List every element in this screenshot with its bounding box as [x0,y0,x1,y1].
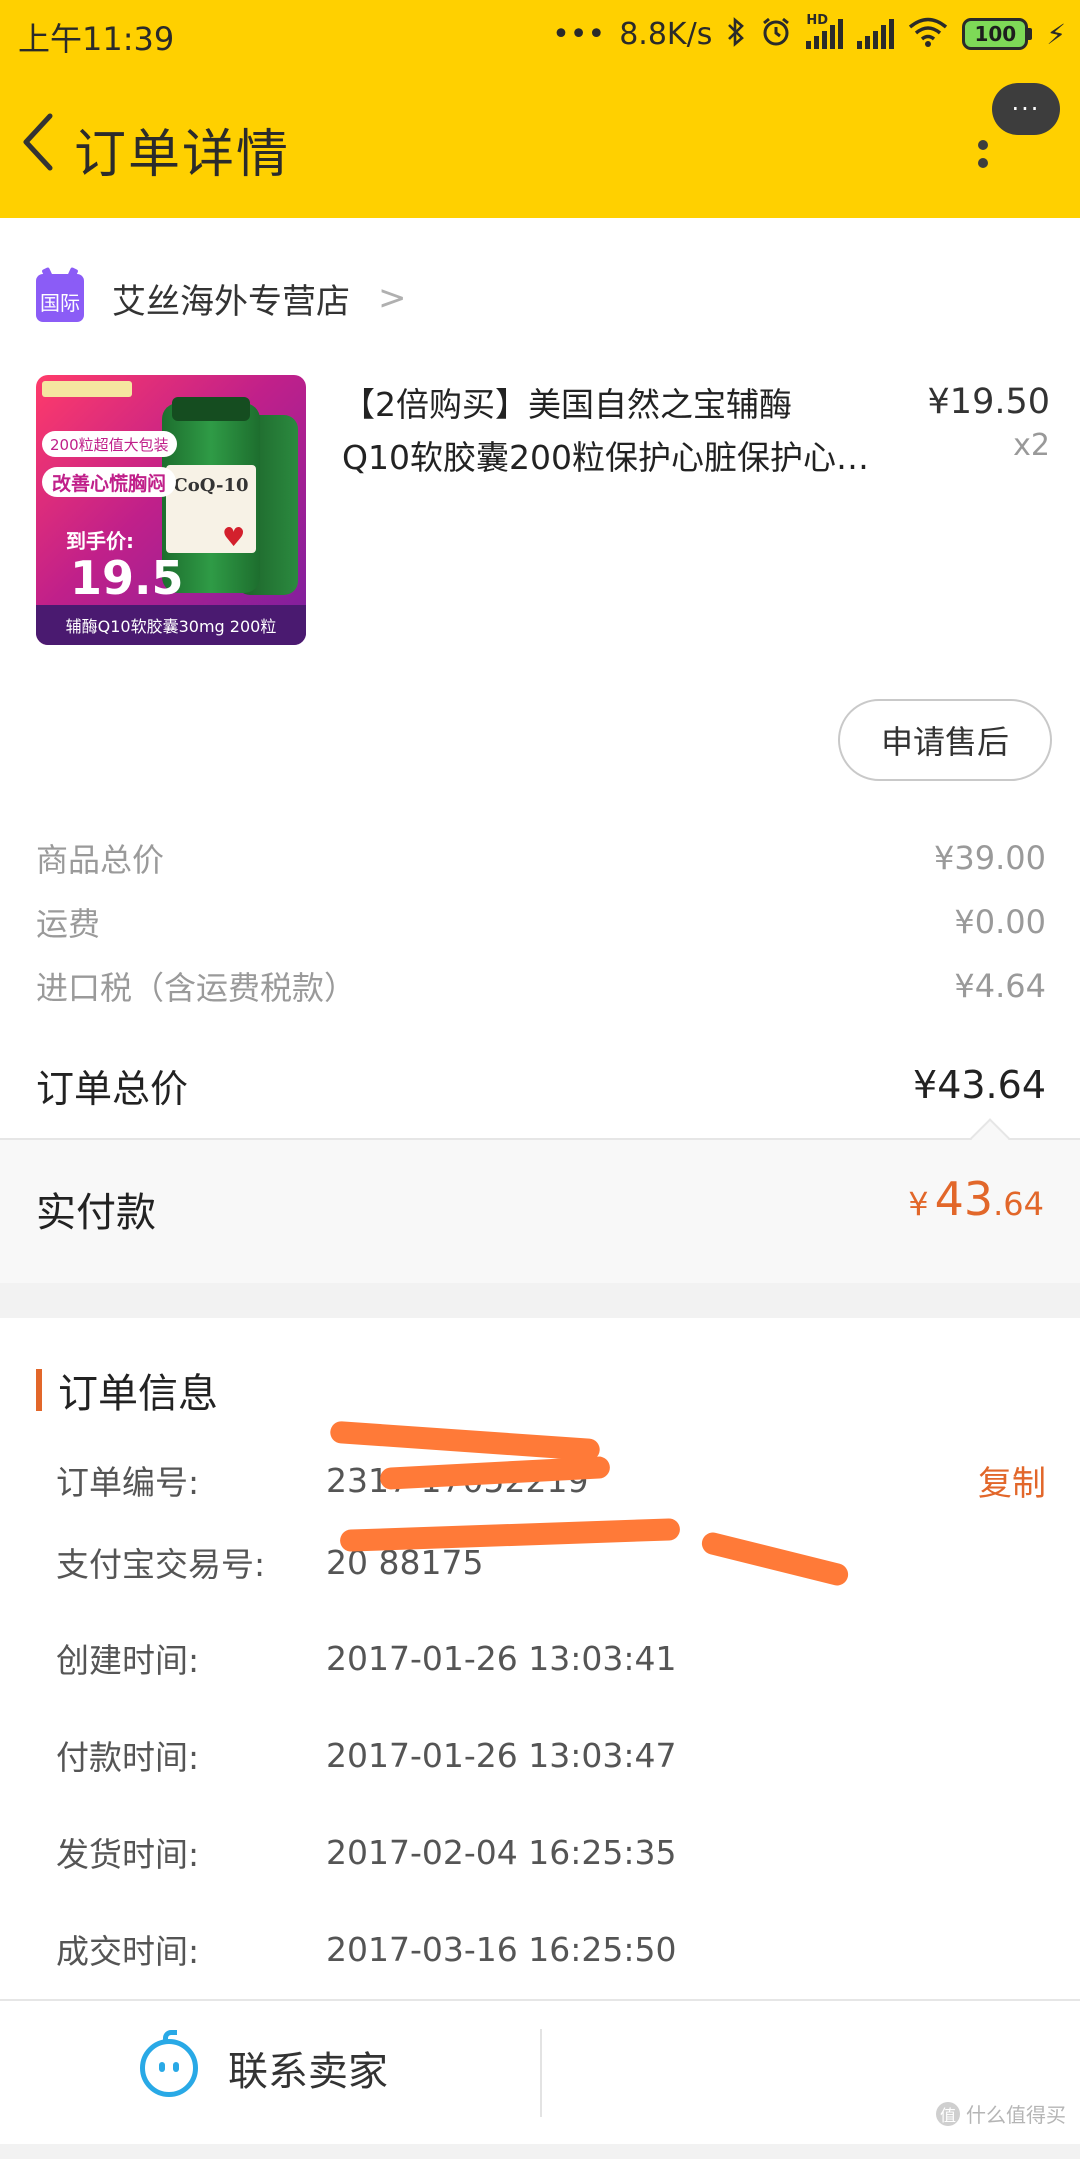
order-info-card: 订单信息 订单编号: 2317 17052219 复制 支付宝交易号: 20 8… [0,1318,1080,1999]
back-arrow-icon[interactable] [8,102,68,182]
more-menu-button[interactable]: ··· [966,80,1066,180]
chat-mascot-icon [140,2030,198,2097]
dots-icon: ••• [552,16,606,52]
battery-icon: 100 [962,18,1033,50]
unit-price: ¥19.50 [927,382,1050,422]
promo-pill: 200粒超值大包装 [42,431,177,457]
product-image[interactable]: CoQ-10 ♥ 200粒超值大包装 改善心慌胸闷 到手价: 19.5 辅酶Q1… [36,375,306,645]
tmall-global-icon: 国际 [36,274,84,322]
fee-row: 运费 ¥0.00 [36,894,1046,950]
fee-value: ¥0.00 [954,903,1046,941]
quantity: x2 [1013,428,1050,463]
shop-row[interactable]: 国际 艾丝海外专营店 > [36,268,407,328]
copy-button[interactable]: 复制 [978,1456,1046,1505]
status-bar: 上午11:39 ••• 8.8K/s HD 100 ⚡ [0,0,1080,70]
paid-label: 实付款 [36,1190,156,1236]
more-icon: ··· [992,83,1060,135]
fee-row: 商品总价 ¥39.00 [36,830,1046,886]
fee-row: 进口税（含运费税款） ¥4.64 [36,958,1046,1014]
product-title-line: Q10软胶囊200粒保护心脏保护心脏保健 [342,438,872,477]
more-dots-icon [978,140,990,176]
contact-seller-button[interactable]: 联系卖家 [140,2030,388,2097]
info-row-paid: 付款时间: 2017-01-26 13:03:47 [56,1727,1046,1783]
price-column: ¥19.50 x2 [928,382,1050,463]
info-value: 2017-03-16 16:25:50 [326,1929,677,1969]
info-value: 2017-01-26 13:03:47 [326,1735,677,1775]
order-total-row: 订单总价 ¥43.64 [36,1050,1046,1120]
section-accent-bar [36,1369,42,1411]
wifi-icon [908,16,948,52]
section-title: 订单信息 [58,1371,218,1417]
paid-area: 实付款 ¥ 43 .64 [0,1140,1080,1283]
bluetooth-icon [726,16,746,52]
fee-label: 商品总价 [36,841,165,879]
info-label: 创建时间: [56,1641,200,1680]
info-row-shipped: 发货时间: 2017-02-04 16:25:35 [56,1824,1046,1880]
nav-bar: 订单详情 ··· [0,80,1080,218]
paid-amount: ¥ 43 .64 [908,1172,1044,1226]
shop-name: 艾丝海外专营店 [112,281,350,322]
bottle-cap [172,397,250,421]
contact-seller-label: 联系卖家 [228,2049,388,2095]
info-label: 订单编号: [56,1463,200,1502]
order-total-value: ¥43.64 [913,1063,1046,1107]
promo-price: 19.5 [70,551,184,605]
order-total-label: 订单总价 [36,1066,189,1111]
watermark-logo-icon: 值 [936,2101,960,2126]
fee-label: 进口税（含运费税款） [36,969,357,1007]
status-time: 上午11:39 [18,20,175,58]
fee-value: ¥4.64 [954,967,1046,1005]
fee-value: ¥39.00 [934,839,1046,877]
order-card: 国际 艾丝海外专营店 > CoQ-10 ♥ 200粒超值大包装 改善心慌胸闷 到… [0,218,1080,1283]
chevron-right-icon: > [378,278,407,318]
promo-caption: 辅酶Q10软胶囊30mg 200粒 [36,605,306,645]
watermark-text: 什么值得买 [966,2103,1066,2127]
signal-icon [857,19,895,49]
alarm-icon [760,16,792,52]
paid-currency: ¥ [908,1185,929,1223]
paid-decimal: .64 [993,1185,1044,1223]
info-value: 2017-01-26 13:03:41 [326,1638,677,1678]
info-label: 付款时间: [56,1738,200,1777]
battery-level: 100 [962,18,1029,50]
info-value: 2017-02-04 16:25:35 [326,1832,677,1872]
status-icons: ••• 8.8K/s HD 100 ⚡ [552,12,1066,56]
paid-integer: 43 [934,1172,994,1226]
fee-label: 运费 [36,905,101,943]
bottom-bar: 联系卖家 值 什么值得买 [0,1999,1080,2144]
info-label: 发货时间: [56,1835,200,1874]
signal-icon: HD [806,13,844,49]
brand-logo [42,381,132,397]
section-header: 订单信息 [36,1360,218,1420]
page-title: 订单详情 [74,125,291,185]
divider [540,2029,542,2117]
after-sale-button[interactable]: 申请售后 [838,699,1052,781]
network-badge: HD [806,13,828,28]
heart-icon: ♥ [222,523,246,553]
product-title-line: 【2倍购买】美国自然之宝辅酶 [342,385,792,424]
watermark: 值 什么值得买 [936,2099,1066,2128]
charging-icon: ⚡ [1046,17,1066,51]
header: 上午11:39 ••• 8.8K/s HD 100 ⚡ 订单详情 ··· [0,0,1080,218]
net-speed: 8.8K/s [619,16,713,52]
info-label: 成交时间: [56,1932,200,1971]
info-row-completed: 成交时间: 2017-03-16 16:25:50 [56,1921,1046,1977]
promo-pill: 改善心慌胸闷 [42,467,177,497]
info-row-created: 创建时间: 2017-01-26 13:03:41 [56,1630,1046,1686]
promo-price-label: 到手价: [66,529,134,553]
info-label: 支付宝交易号: [56,1545,266,1584]
product-title[interactable]: 【2倍购买】美国自然之宝辅酶 Q10软胶囊200粒保护心脏保护心脏保健 [342,378,872,484]
